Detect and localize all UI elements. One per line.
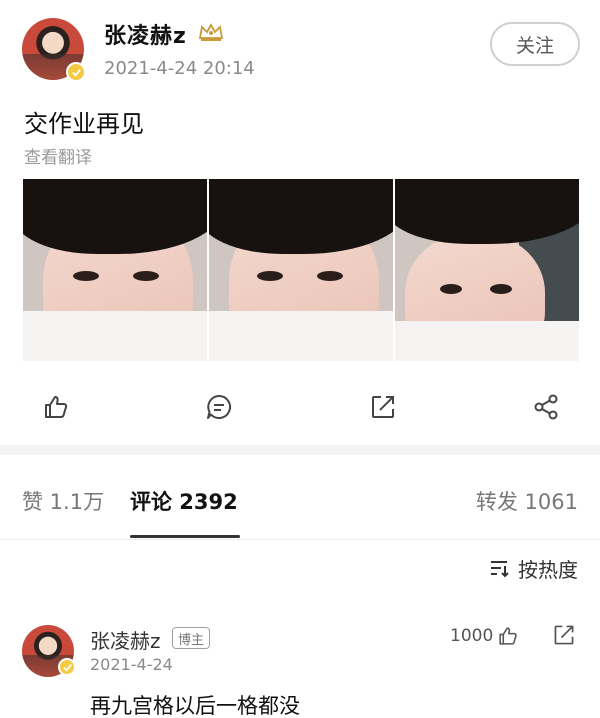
active-tab-indicator	[130, 535, 240, 538]
comment-like-button[interactable]: 1000	[450, 625, 519, 647]
action-bar	[0, 385, 600, 430]
comment-repost-icon[interactable]	[552, 623, 576, 647]
translate-link[interactable]: 查看翻译	[24, 143, 92, 168]
like-icon[interactable]	[42, 393, 70, 421]
comment-like-count: 1000	[450, 626, 494, 646]
commenter-name[interactable]: 张凌赫z	[90, 625, 161, 654]
comment-icon[interactable]	[205, 393, 233, 421]
post-photo-1[interactable]	[23, 179, 207, 361]
tab-likes[interactable]: 赞 1.1万	[22, 486, 104, 516]
author-tag-badge: 博主	[172, 627, 211, 649]
verified-badge-icon	[58, 658, 76, 676]
tab-reposts[interactable]: 转发 1061	[476, 486, 578, 516]
tabs-divider	[0, 539, 600, 540]
comment-text: 再九宫格以后一格都没	[90, 694, 300, 718]
sort-toggle[interactable]: 按热度	[488, 555, 578, 582]
post-photo-2[interactable]	[209, 179, 393, 361]
follow-button[interactable]: 关注	[490, 22, 580, 66]
verified-badge-icon	[66, 62, 86, 82]
comment-item: 张凌赫z 博主 2021-4-24 再九宫格以后一格都没 1000	[0, 615, 600, 718]
tab-comments[interactable]: 评论 2392	[130, 486, 238, 516]
sort-icon	[491, 561, 509, 578]
sort-label: 按热度	[518, 557, 578, 582]
repost-icon[interactable]	[369, 393, 397, 421]
section-divider	[0, 445, 600, 455]
comment-date: 2021-4-24	[90, 655, 173, 674]
post-header: 张凌赫z 2021-4-24 20:14 关注	[0, 0, 600, 100]
post-timestamp: 2021-4-24 20:14	[104, 58, 255, 79]
share-icon[interactable]	[532, 393, 560, 421]
post-photo-3[interactable]	[395, 179, 579, 361]
interaction-tabs: 赞 1.1万 评论 2392 转发 1061	[0, 460, 600, 540]
crown-icon	[198, 23, 224, 41]
like-icon	[499, 627, 518, 645]
post-text: 交作业再见	[24, 110, 144, 138]
author-name[interactable]: 张凌赫z	[104, 18, 187, 50]
